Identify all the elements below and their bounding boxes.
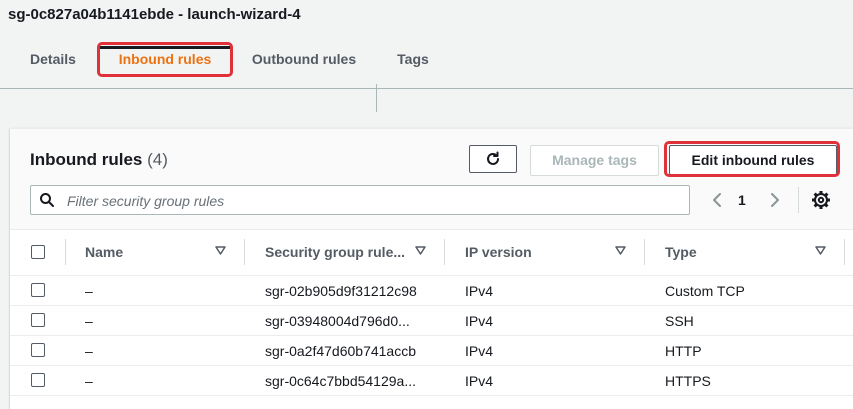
cell-type: HTTP <box>665 343 702 359</box>
row-checkbox[interactable] <box>31 373 45 387</box>
row-checkbox[interactable] <box>31 343 45 357</box>
tab-tags[interactable]: Tags <box>386 40 440 80</box>
search-icon <box>40 193 54 207</box>
page-title: sg-0c827a04b1141ebde - launch-wizard-4 <box>8 6 301 23</box>
inbound-rules-panel: Inbound rules (4) Manage tags Edit inbou… <box>10 128 853 409</box>
row-checkbox[interactable] <box>31 283 45 297</box>
pager-divider <box>798 187 799 213</box>
sort-caret-icon[interactable] <box>615 246 626 255</box>
table-row[interactable]: – sgr-0c64c7bbd54129a... IPv4 HTTPS <box>10 365 853 396</box>
edit-inbound-rules-button[interactable]: Edit inbound rules <box>669 145 837 175</box>
cell-ip-version: IPv4 <box>465 343 494 359</box>
cell-ip-version: IPv4 <box>465 373 494 389</box>
table-row[interactable]: – sgr-02b905d9f31212c98 IPv4 Custom TCP <box>10 275 853 306</box>
panel-title: Inbound rules (4) <box>30 150 168 170</box>
column-header-type[interactable]: Type <box>665 244 697 260</box>
cell-ip-version: IPv4 <box>465 283 494 299</box>
column-divider[interactable] <box>244 239 245 265</box>
column-divider[interactable] <box>644 239 645 265</box>
sort-caret-icon[interactable] <box>815 246 826 255</box>
cell-name: – <box>85 373 93 389</box>
refresh-button[interactable] <box>469 145 517 173</box>
select-all-checkbox[interactable] <box>31 245 45 259</box>
column-header-rule-id[interactable]: Security group rule... <box>265 244 405 260</box>
table-header: Name Security group rule... IP version T… <box>10 229 853 276</box>
column-header-ip-version[interactable]: IP version <box>465 244 532 260</box>
panel-title-text: Inbound rules <box>30 150 143 169</box>
column-divider[interactable] <box>65 239 66 265</box>
active-tab-indicator <box>99 46 231 49</box>
manage-tags-button[interactable]: Manage tags <box>530 145 659 176</box>
cell-rule-id[interactable]: sgr-03948004d796d0... <box>265 313 410 329</box>
sort-caret-icon[interactable] <box>215 246 226 255</box>
table-row[interactable]: – sgr-0a2f47d60b741accb IPv4 HTTP <box>10 335 853 366</box>
table-row[interactable]: – sgr-03948004d796d0... IPv4 SSH <box>10 305 853 336</box>
cell-ip-version: IPv4 <box>465 313 494 329</box>
current-page-number[interactable]: 1 <box>738 192 746 208</box>
cell-name: – <box>85 313 93 329</box>
row-checkbox[interactable] <box>31 313 45 327</box>
rule-count: (4) <box>147 150 168 169</box>
tab-details[interactable]: Details <box>20 40 86 80</box>
cell-rule-id[interactable]: sgr-0c64c7bbd54129a... <box>265 373 416 389</box>
cell-type: Custom TCP <box>665 283 745 299</box>
gear-icon[interactable] <box>810 189 832 211</box>
cell-type: HTTPS <box>665 373 711 389</box>
cell-rule-id[interactable]: sgr-0a2f47d60b741accb <box>265 343 416 359</box>
next-page-icon[interactable] <box>765 187 785 213</box>
tab-divider <box>376 84 377 112</box>
sort-caret-icon[interactable] <box>415 246 426 255</box>
cell-name: – <box>85 343 93 359</box>
column-divider[interactable] <box>844 239 845 265</box>
column-header-name[interactable]: Name <box>85 244 123 260</box>
cell-type: SSH <box>665 313 694 329</box>
column-divider[interactable] <box>444 239 445 265</box>
search-box <box>30 185 690 215</box>
tab-outbound-rules[interactable]: Outbound rules <box>242 40 366 80</box>
previous-page-icon[interactable] <box>707 187 727 213</box>
search-input[interactable] <box>65 190 669 212</box>
refresh-icon <box>487 151 499 165</box>
cell-rule-id[interactable]: sgr-02b905d9f31212c98 <box>265 283 417 299</box>
cell-name: – <box>85 283 93 299</box>
